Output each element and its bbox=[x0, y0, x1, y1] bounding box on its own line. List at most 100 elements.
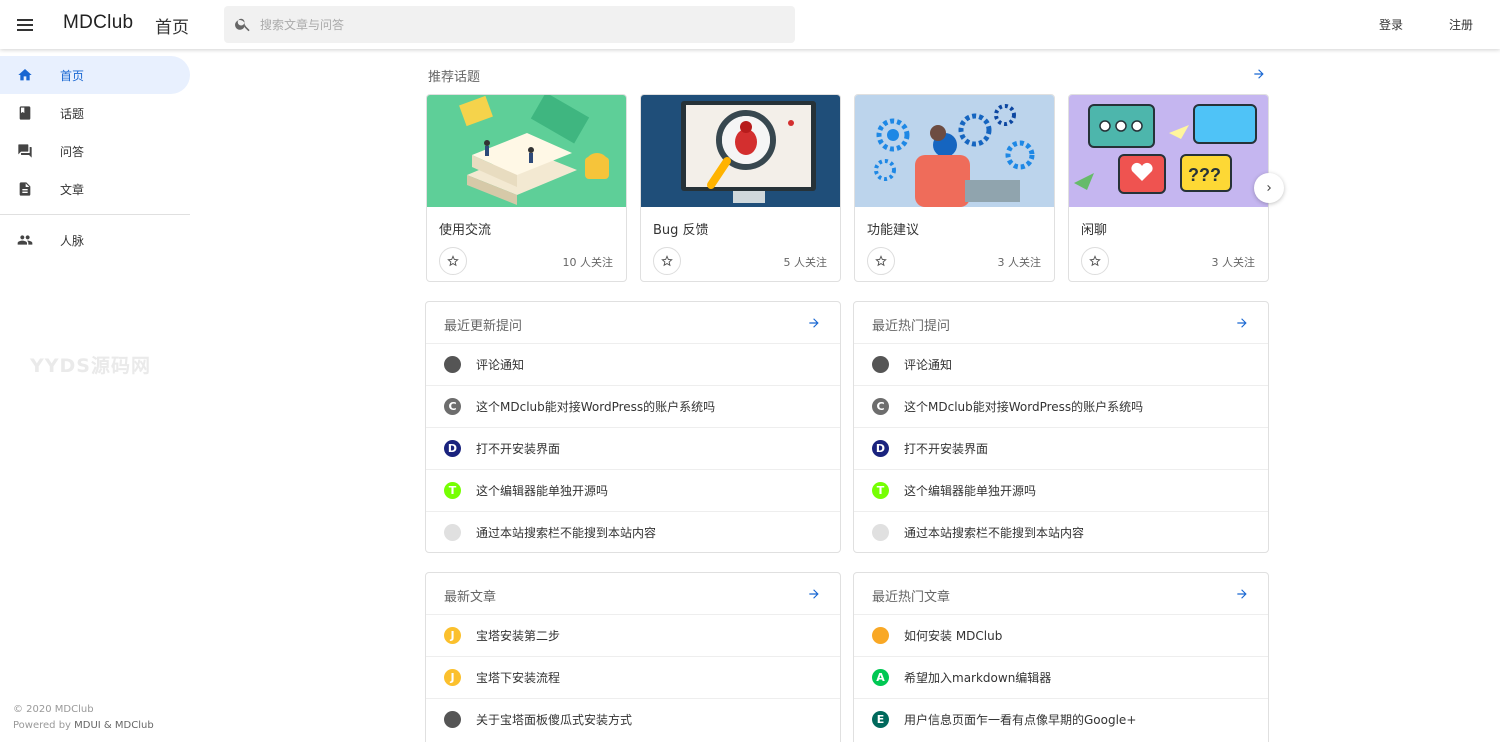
list-item-title[interactable]: 希望加入markdown编辑器 bbox=[904, 669, 1051, 686]
user-avatar[interactable]: J bbox=[444, 669, 461, 686]
list-item-title[interactable]: 通过本站搜索栏不能搜到本站内容 bbox=[904, 524, 1084, 541]
sidebar-item-label: 话题 bbox=[60, 107, 85, 121]
sidebar-item-label: 人脉 bbox=[60, 234, 85, 248]
list-item-title[interactable]: 这个MDclub能对接WordPress的账户系统吗 bbox=[476, 398, 715, 415]
topic-name[interactable]: Bug 反馈 bbox=[653, 219, 709, 238]
carousel-next-button[interactable] bbox=[1254, 173, 1284, 203]
powered-links[interactable]: MDUI & MDClub bbox=[74, 720, 154, 731]
user-avatar[interactable] bbox=[872, 524, 889, 541]
list-item[interactable]: 如何安装 MDClub bbox=[854, 615, 1268, 657]
follow-button[interactable] bbox=[653, 247, 681, 275]
list-item[interactable]: D 打不开安装界面 bbox=[426, 428, 840, 470]
list-item[interactable]: 通过本站搜索栏不能搜到本站内容 bbox=[426, 512, 840, 552]
site-logo[interactable]: MDClub bbox=[63, 12, 133, 34]
user-avatar[interactable] bbox=[444, 524, 461, 541]
user-avatar[interactable] bbox=[444, 711, 461, 728]
arrow-right-icon[interactable] bbox=[807, 316, 821, 330]
user-avatar[interactable]: A bbox=[872, 669, 889, 686]
user-avatar[interactable] bbox=[444, 356, 461, 373]
user-avatar[interactable]: C bbox=[444, 398, 461, 415]
user-avatar[interactable]: D bbox=[872, 440, 889, 457]
menu-icon[interactable] bbox=[14, 13, 38, 37]
list-item[interactable]: 评论通知 bbox=[854, 344, 1268, 386]
app-header: MDClub 首页 登录 注册 bbox=[0, 0, 1500, 49]
star-outline-icon bbox=[1089, 255, 1101, 267]
sidebar-divider bbox=[0, 214, 190, 215]
topic-card[interactable]: 使用交流 10 人关注 bbox=[426, 94, 627, 282]
user-avatar[interactable] bbox=[872, 627, 889, 644]
list-item[interactable]: 关于宝塔面板傻瓜式安装方式 bbox=[426, 699, 840, 741]
list-item[interactable]: A 希望加入markdown编辑器 bbox=[854, 657, 1268, 699]
list-item[interactable]: T 这个编辑器能单独开源吗 bbox=[854, 470, 1268, 512]
list-item-title[interactable]: 评论通知 bbox=[904, 356, 952, 373]
list-item-title[interactable]: 这个编辑器能单独开源吗 bbox=[476, 482, 608, 499]
list-item-title[interactable]: 打不开安装界面 bbox=[904, 440, 988, 457]
topic-card[interactable]: 功能建议 3 人关注 bbox=[854, 94, 1055, 282]
search-input[interactable] bbox=[260, 6, 780, 43]
arrow-right-icon[interactable] bbox=[1235, 316, 1249, 330]
list-item[interactable]: C 这个MDclub能对接WordPress的账户系统吗 bbox=[854, 386, 1268, 428]
list-item-title[interactable]: 宝塔安装第二步 bbox=[476, 627, 560, 644]
follow-button[interactable] bbox=[439, 247, 467, 275]
user-avatar[interactable] bbox=[872, 356, 889, 373]
user-avatar[interactable]: D bbox=[444, 440, 461, 457]
list-item[interactable]: J 宝塔下安装流程 bbox=[426, 657, 840, 699]
list-item-title[interactable]: 用户信息页面乍一看有点像早期的Google+ bbox=[904, 711, 1136, 728]
recent-questions-card: 最近更新提问 评论通知 C 这个MDclub能对接WordPress的账户系统吗 D 打… bbox=[425, 301, 841, 553]
topic-name[interactable]: 使用交流 bbox=[439, 219, 491, 238]
follower-count: 3 人关注 bbox=[997, 256, 1042, 269]
user-avatar[interactable]: J bbox=[444, 627, 461, 644]
latest-articles-card: 最新文章 J 宝塔安装第二步 J 宝塔下安装流程关于宝塔面板傻瓜式安装方式 bbox=[425, 572, 841, 742]
sidebar-item-articles[interactable]: 文章 bbox=[0, 170, 190, 208]
list-item[interactable]: J 宝塔安装第二步 bbox=[426, 615, 840, 657]
list-item[interactable]: D 打不开安装界面 bbox=[854, 428, 1268, 470]
card-header: 最新文章 bbox=[426, 573, 840, 615]
watermark: YYDS源码网 bbox=[30, 355, 151, 377]
card-title: 最新文章 bbox=[444, 590, 497, 605]
hot-articles-card: 最近热门文章 如何安装 MDClub A 希望加入markdown编辑器 E 用户信息页… bbox=[853, 572, 1269, 742]
list-item-title[interactable]: 关于宝塔面板傻瓜式安装方式 bbox=[476, 711, 632, 728]
arrow-right-icon[interactable] bbox=[1252, 67, 1266, 81]
topics-title: 推荐话题 bbox=[428, 70, 481, 85]
list-item-title[interactable]: 评论通知 bbox=[476, 356, 524, 373]
topic-name[interactable]: 功能建议 bbox=[867, 219, 919, 238]
page-title: 首页 bbox=[155, 18, 189, 38]
follower-count: 10 人关注 bbox=[562, 256, 614, 269]
list-item[interactable]: T 这个编辑器能单独开源吗 bbox=[426, 470, 840, 512]
user-avatar[interactable]: T bbox=[872, 482, 889, 499]
list-item-title[interactable]: 这个编辑器能单独开源吗 bbox=[904, 482, 1036, 499]
sidebar-item-home[interactable]: 首页 bbox=[0, 56, 190, 94]
home-icon bbox=[18, 69, 32, 81]
topic-name[interactable]: 闲聊 bbox=[1081, 219, 1107, 238]
register-link[interactable]: 注册 bbox=[1449, 16, 1473, 33]
user-avatar[interactable]: T bbox=[444, 482, 461, 499]
arrow-right-icon[interactable] bbox=[807, 587, 821, 601]
topic-card[interactable]: Bug 反馈 5 人关注 bbox=[640, 94, 841, 282]
card-header: 最近热门提问 bbox=[854, 302, 1268, 344]
follower-count: 3 人关注 bbox=[1211, 256, 1256, 269]
list-item-title[interactable]: 通过本站搜索栏不能搜到本站内容 bbox=[476, 524, 656, 541]
user-avatar[interactable]: E bbox=[872, 711, 889, 728]
sidebar-item-people[interactable]: 人脉 bbox=[0, 221, 190, 259]
search-bar[interactable] bbox=[224, 6, 795, 43]
list-item-title[interactable]: 宝塔下安装流程 bbox=[476, 669, 560, 686]
list-item-title[interactable]: 如何安装 MDClub bbox=[904, 627, 1002, 644]
forum-icon bbox=[18, 144, 32, 158]
list-item[interactable]: C 这个MDclub能对接WordPress的账户系统吗 bbox=[426, 386, 840, 428]
powered-prefix: Powered by bbox=[13, 720, 75, 731]
user-avatar[interactable]: C bbox=[872, 398, 889, 415]
list-item-title[interactable]: 打不开安装界面 bbox=[476, 440, 560, 457]
list-item[interactable]: 通过本站搜索栏不能搜到本站内容 bbox=[854, 512, 1268, 552]
arrow-right-icon[interactable] bbox=[1235, 587, 1249, 601]
people-icon bbox=[17, 235, 33, 245]
sidebar-item-questions[interactable]: 问答 bbox=[0, 132, 190, 170]
list-item[interactable]: E 用户信息页面乍一看有点像早期的Google+ bbox=[854, 699, 1268, 741]
list-item[interactable]: 评论通知 bbox=[426, 344, 840, 386]
topic-card[interactable]: ??? 闲聊 3 人关注 bbox=[1068, 94, 1269, 282]
login-link[interactable]: 登录 bbox=[1379, 16, 1403, 33]
follow-button[interactable] bbox=[867, 247, 895, 275]
follow-button[interactable] bbox=[1081, 247, 1109, 275]
list-item-title[interactable]: 这个MDclub能对接WordPress的账户系统吗 bbox=[904, 398, 1143, 415]
question-list: 评论通知 C 这个MDclub能对接WordPress的账户系统吗 D 打不开安装界面 T… bbox=[854, 344, 1268, 552]
sidebar-item-topics[interactable]: 话题 bbox=[0, 94, 190, 132]
